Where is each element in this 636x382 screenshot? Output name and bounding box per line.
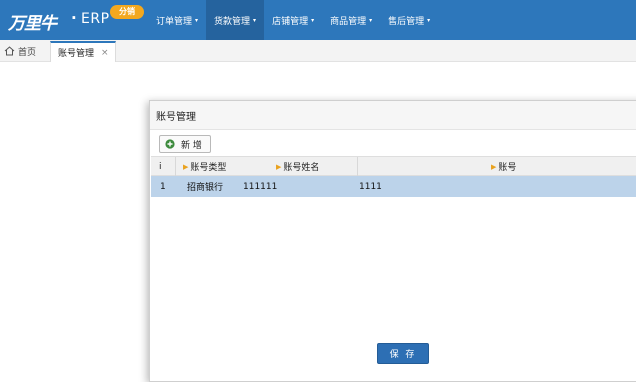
table-header: i ▶ 账号类型 ▶ 账号姓名 ▶ 账号 <box>151 156 636 176</box>
chevron-down-icon: ▾ <box>427 16 431 24</box>
add-button[interactable]: 新 增 <box>159 135 211 153</box>
column-header-account-type[interactable]: ▶ 账号类型 <box>183 157 226 176</box>
tab-home-label: 首页 <box>18 47 37 58</box>
column-divider <box>175 157 176 176</box>
tab-label: 账号管理 <box>58 49 95 59</box>
cell-account-number: 1111 <box>359 181 382 192</box>
menu-item-products[interactable]: 商品管理 ▾ <box>322 0 380 40</box>
logo-product-name: ERP <box>81 11 110 27</box>
column-header-account-name[interactable]: ▶ 账号姓名 <box>276 157 319 176</box>
cell-account-type: 招商银行 <box>187 183 224 193</box>
menu-item-after-sales[interactable]: 售后管理 ▾ <box>380 0 438 40</box>
menu-item-payments[interactable]: 货款管理 ▾ <box>206 0 265 40</box>
menu-item-orders[interactable]: 订单管理 ▾ <box>148 0 206 40</box>
account-management-dialog: 账号管理 新 增 i ▶ 账号类型 ▶ 账号姓名 ▶ 账号 1 招商银行 111… <box>149 100 636 382</box>
menu-item-label: 售后管理 <box>388 16 425 27</box>
chevron-down-icon: ▾ <box>253 16 257 24</box>
tab-home[interactable]: 首页 <box>4 40 36 62</box>
sort-marker-icon: ▶ <box>491 162 497 171</box>
chevron-down-icon: ▾ <box>195 16 199 24</box>
home-icon <box>4 46 15 56</box>
menu-item-label: 商品管理 <box>330 16 367 27</box>
column-divider <box>357 157 358 176</box>
logo-separator: · <box>71 9 77 27</box>
menu-item-label: 订单管理 <box>156 16 193 27</box>
logo-badge: 分销 <box>110 5 144 19</box>
column-header-index: i <box>159 161 162 172</box>
close-icon[interactable]: × <box>101 48 109 58</box>
save-button[interactable]: 保 存 <box>377 343 429 364</box>
main-menu: 订单管理 ▾ 货款管理 ▾ 店铺管理 ▾ 商品管理 ▾ 售后管理 ▾ <box>148 0 438 40</box>
sort-marker-icon: ▶ <box>183 162 189 171</box>
sort-marker-icon: ▶ <box>276 162 282 171</box>
tab-account-management[interactable]: 账号管理 × <box>50 41 116 62</box>
add-button-label: 新 增 <box>181 140 202 151</box>
menu-item-label: 店铺管理 <box>272 16 309 27</box>
plus-circle-icon <box>165 139 175 149</box>
chevron-down-icon: ▾ <box>369 16 373 24</box>
top-navigation-bar: 万里牛 · ERP 分销 订单管理 ▾ 货款管理 ▾ 店铺管理 ▾ 商品管理 ▾… <box>0 0 636 40</box>
chevron-down-icon: ▾ <box>311 16 315 24</box>
column-header-account-number[interactable]: ▶ 账号 <box>491 157 516 176</box>
cell-index: 1 <box>160 181 166 192</box>
cell-account-name: 111111 <box>243 181 278 192</box>
tab-strip: 首页 账号管理 × <box>0 40 636 62</box>
dialog-title: 账号管理 <box>150 101 636 130</box>
menu-item-stores[interactable]: 店铺管理 ▾ <box>264 0 322 40</box>
table-row[interactable]: 1 招商银行 111111 1111 <box>151 176 636 197</box>
logo-wordmark: 万里牛 <box>8 14 57 34</box>
menu-item-label: 货款管理 <box>214 16 251 27</box>
